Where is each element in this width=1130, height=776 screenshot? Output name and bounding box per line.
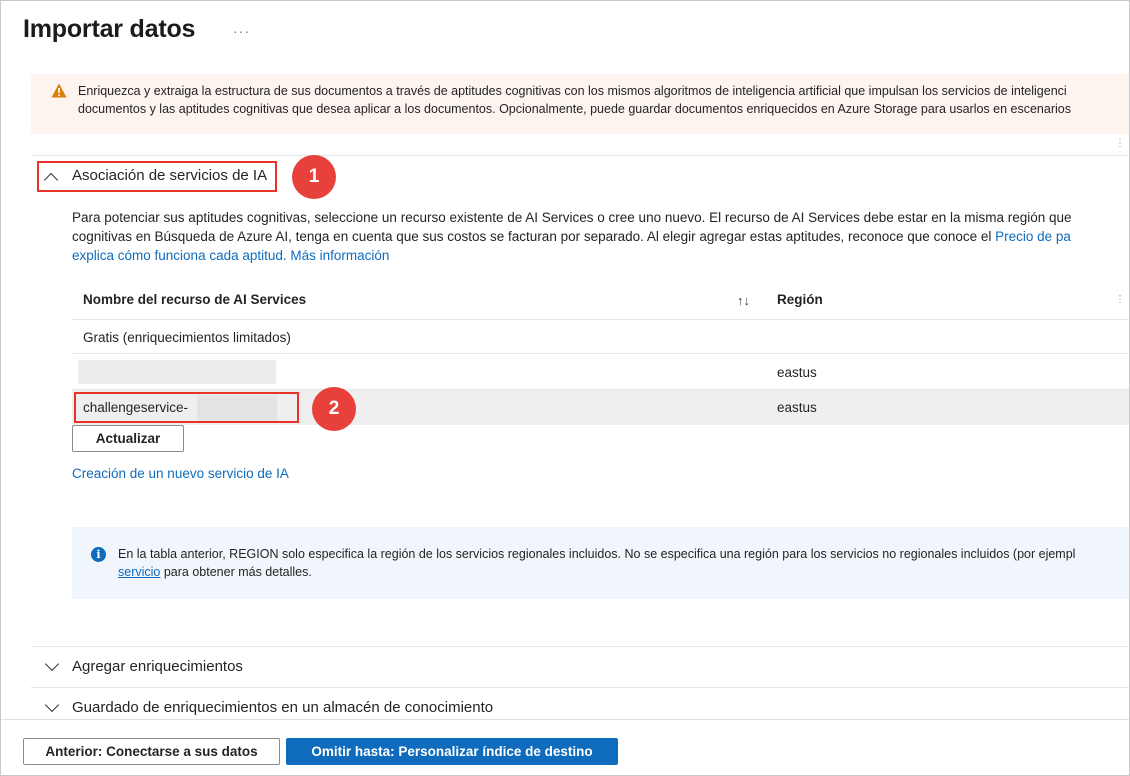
ai-section-title[interactable]: Asociación de servicios de IA xyxy=(72,167,267,184)
skills-link[interactable]: explica cómo funciona cada aptitud. xyxy=(72,248,287,263)
scroll-indicator: ⋮ xyxy=(1115,138,1125,149)
info-text: En la tabla anterior, REGION solo especi… xyxy=(118,545,1075,581)
redacted-resource-name xyxy=(78,360,276,384)
section-knowledge-store[interactable]: Guardado de enriquecimientos en un almac… xyxy=(72,699,493,716)
previous-button[interactable]: Anterior: Conectarse a sus datos xyxy=(23,738,280,765)
table-row-free[interactable]: Gratis (enriquecimientos limitados) xyxy=(83,330,291,345)
create-ai-service-link[interactable]: Creación de un nuevo servicio de IA xyxy=(72,466,289,481)
table-row-region[interactable]: eastus xyxy=(777,365,817,380)
ai-section-description: Para potenciar sus aptitudes cognitivas,… xyxy=(72,208,1072,265)
desc-line-2: cognitivas en Búsqueda de Azure AI, teng… xyxy=(72,227,1072,246)
table-divider xyxy=(72,319,1129,320)
warning-banner: Enriquezca y extraiga la estructura de s… xyxy=(31,74,1129,134)
info-line-2: servicio para obtener más detalles. xyxy=(118,563,1075,581)
warning-text: Enriquezca y extraiga la estructura de s… xyxy=(78,82,1129,118)
chevron-down-icon[interactable] xyxy=(44,656,60,672)
step-badge-2: 2 xyxy=(312,387,356,431)
table-divider xyxy=(72,353,1129,354)
warning-icon xyxy=(51,83,67,98)
refresh-button[interactable]: Actualizar xyxy=(72,425,184,452)
col-header-resource-name[interactable]: Nombre del recurso de AI Services xyxy=(83,292,306,307)
divider xyxy=(31,155,1129,156)
pricing-link[interactable]: Precio de pa xyxy=(995,229,1071,244)
warning-line-1: Enriquezca y extraiga la estructura de s… xyxy=(78,84,1067,98)
sort-icon[interactable]: ↑↓ xyxy=(737,293,750,308)
column-menu-icon[interactable]: ⋮ xyxy=(1115,294,1125,305)
desc-line-2-text: cognitivas en Búsqueda de Azure AI, teng… xyxy=(72,229,996,244)
info-icon: i xyxy=(91,547,106,562)
col-header-region[interactable]: Región xyxy=(777,292,823,307)
info-line-2-text: para obtener más detalles. xyxy=(160,565,312,579)
desc-line-3: explica cómo funciona cada aptitud. Más … xyxy=(72,246,1072,265)
page-title: Importar datos xyxy=(23,15,196,43)
selected-resource-highlight xyxy=(74,392,299,423)
step-badge-1: 1 xyxy=(292,155,336,199)
table-row-region[interactable]: eastus xyxy=(777,400,817,415)
service-link[interactable]: servicio xyxy=(118,565,160,579)
info-banner: i En la tabla anterior, REGION solo espe… xyxy=(72,527,1129,599)
divider xyxy=(31,646,1129,647)
import-data-page: Importar datos ··· Enriquezca y extraiga… xyxy=(0,0,1130,776)
warning-line-2: documentos y las aptitudes cognitivas qu… xyxy=(78,102,1071,116)
divider xyxy=(31,687,1129,688)
chevron-down-icon[interactable] xyxy=(44,697,60,713)
more-options-icon[interactable]: ··· xyxy=(233,23,250,39)
section-add-enrichments[interactable]: Agregar enriquecimientos xyxy=(72,658,243,675)
next-button[interactable]: Omitir hasta: Personalizar índice de des… xyxy=(286,738,618,765)
info-line-1: En la tabla anterior, REGION solo especi… xyxy=(118,547,1076,561)
more-info-link[interactable]: Más información xyxy=(290,248,389,263)
desc-line-1: Para potenciar sus aptitudes cognitivas,… xyxy=(72,210,1072,225)
